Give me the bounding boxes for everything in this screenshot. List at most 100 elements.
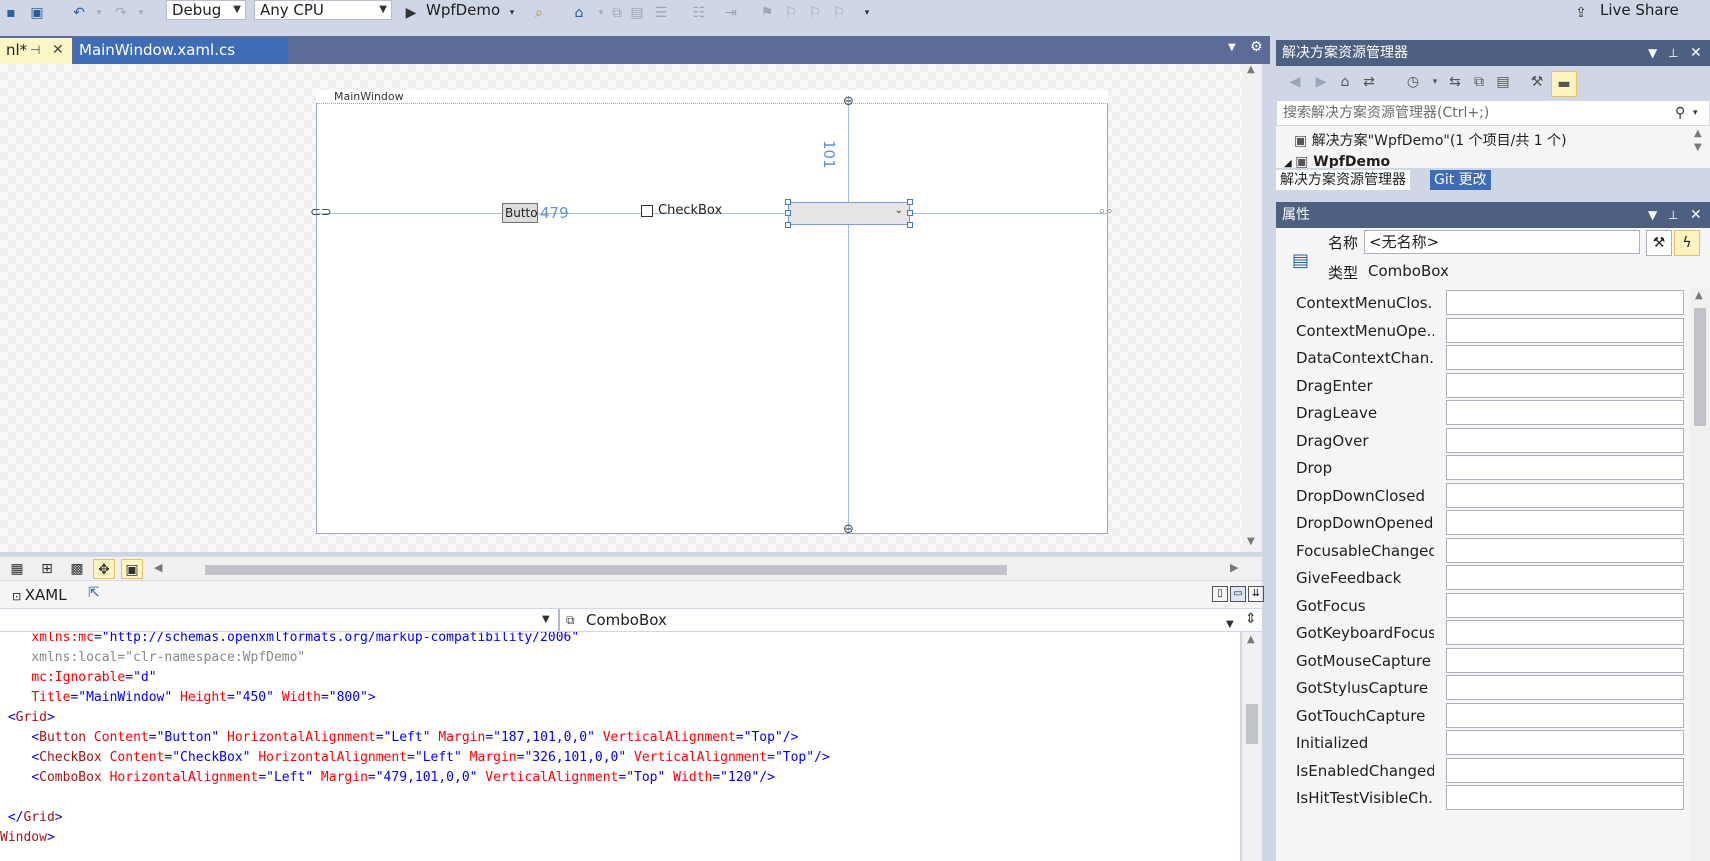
code-line[interactable]: <ComboBox HorizontalAlignment="Left" Mar…	[0, 768, 775, 788]
code-line[interactable]: mc:Ignorable="d"	[0, 668, 156, 688]
designer-button[interactable]: Button	[502, 203, 538, 223]
events-lightning-icon[interactable]: ϟ	[1674, 230, 1700, 256]
event-handler-input[interactable]	[1446, 730, 1684, 755]
home-icon[interactable]: ⌂	[570, 4, 588, 22]
scroll-up-icon[interactable]: ▲	[1695, 290, 1703, 301]
horizontal-scroll-thumb[interactable]	[205, 565, 1007, 575]
top-anchor-icon[interactable]: ⊖	[843, 94, 854, 109]
popout-icon[interactable]: ⇱	[88, 585, 100, 601]
close-icon[interactable]: ✕	[1690, 202, 1702, 228]
checker-icon[interactable]: ▩	[66, 559, 88, 579]
play-icon[interactable]: ▶	[402, 4, 420, 22]
event-handler-input[interactable]	[1446, 620, 1684, 645]
event-handler-input[interactable]	[1446, 510, 1684, 535]
event-handler-input[interactable]	[1446, 565, 1684, 590]
event-handler-input[interactable]	[1446, 647, 1684, 673]
save-icon[interactable]: ▪	[2, 4, 20, 22]
gear-icon[interactable]: ⚙	[1250, 39, 1263, 55]
resize-handle[interactable]	[785, 222, 791, 228]
event-handler-input[interactable]	[1446, 317, 1684, 343]
close-icon[interactable]: ✕	[1690, 40, 1702, 66]
event-handler-input[interactable]	[1446, 400, 1684, 425]
right-anchor-icon[interactable]: ◦◦	[1098, 205, 1113, 220]
event-handler-input[interactable]	[1446, 675, 1684, 700]
live-share-button[interactable]: Live Share	[1600, 0, 1679, 20]
scroll-up-icon[interactable]: ▲	[1247, 634, 1255, 645]
code-line[interactable]: </Grid>	[0, 808, 63, 828]
event-handler-input[interactable]	[1446, 290, 1684, 315]
solution-search-input[interactable]: 搜索解决方案资源管理器(Ctrl+;) ⚲ ▾	[1276, 100, 1710, 126]
code-line[interactable]: Title="MainWindow" Height="450" Width="8…	[0, 688, 375, 708]
tree-item-solution[interactable]: ▣ 解决方案"WpfDemo"(1 个项目/共 1 个)	[1294, 130, 1567, 150]
run-target-label[interactable]: WpfDemo	[426, 0, 500, 20]
toolbar-overflow-icon[interactable]: ▾	[858, 4, 876, 22]
scroll-down-icon[interactable]: ▼	[1247, 536, 1255, 547]
resize-handle[interactable]	[907, 199, 913, 205]
code-line[interactable]: xmlns:mc="http://schemas.openxmlformats.…	[0, 632, 579, 648]
pin-icon[interactable]: ⊥	[1668, 202, 1678, 228]
xaml-tab[interactable]: ⊡ XAML	[12, 586, 67, 604]
uncomment-icon[interactable]: ☷	[690, 4, 708, 22]
element-scope-select[interactable]: ▼	[0, 609, 555, 631]
tab-mainwindow-xaml-cs[interactable]: MainWindow.xaml.cs	[73, 38, 288, 64]
event-handler-input[interactable]	[1446, 702, 1684, 728]
home-icon[interactable]: ⌂	[1336, 73, 1354, 91]
format-icon[interactable]: ▤	[628, 4, 646, 22]
search-options-icon[interactable]: ▾	[1693, 101, 1698, 125]
bookmark-prev-icon[interactable]: ⚐	[782, 4, 800, 22]
code-line[interactable]: Window>	[0, 828, 55, 848]
scroll-right-icon[interactable]: ▶	[1230, 561, 1238, 574]
code-vertical-scrollbar[interactable]: ▲	[1242, 632, 1262, 861]
code-scroll-thumb[interactable]	[1246, 704, 1258, 744]
code-line[interactable]: xmlns:local="clr-namespace:WpfDemo"	[0, 648, 305, 668]
wpf-window-preview[interactable]	[316, 90, 1108, 534]
show-all-files-icon[interactable]: ▤	[1494, 73, 1512, 91]
tab-git-changes[interactable]: Git 更改	[1430, 170, 1491, 190]
tree-item-project[interactable]: ◢ ▣ WpfDemo	[1284, 154, 1390, 168]
find-in-files-icon[interactable]: ⌕	[530, 4, 548, 22]
code-line[interactable]: <Button Content="Button" HorizontalAlign…	[0, 728, 798, 748]
scroll-left-icon[interactable]: ◀	[154, 561, 162, 574]
preview-selected-icon[interactable]: ▬	[1551, 71, 1577, 97]
live-share-icon[interactable]: ⇪	[1572, 4, 1590, 22]
expand-arrow-icon[interactable]: ◢	[1284, 158, 1295, 168]
switch-views-icon[interactable]: ⇄	[1360, 73, 1378, 91]
split-horizontal-icon[interactable]: ▭	[1230, 586, 1246, 602]
code-line[interactable]: <Grid>	[0, 708, 55, 728]
save-all-icon[interactable]: ▣	[28, 4, 46, 22]
code-line[interactable]: <CheckBox Content = "CheckBox" HorizontalA…	[0, 748, 829, 768]
indent-icon[interactable]: ⇥	[722, 4, 740, 22]
undo-icon[interactable]: ↶	[70, 4, 88, 22]
properties-scroll-thumb[interactable]	[1694, 308, 1706, 426]
event-handler-input[interactable]	[1446, 372, 1684, 398]
bookmark-icon[interactable]: ⚑	[758, 4, 776, 22]
designer-checkbox[interactable]: CheckBox	[641, 203, 722, 218]
dropdown-icon[interactable]: ▾	[1426, 73, 1444, 91]
scroll-up-icon[interactable]: ▲	[1247, 64, 1255, 75]
split-vertical-icon[interactable]: ▯	[1212, 586, 1228, 602]
close-icon[interactable]: ✕	[52, 38, 64, 62]
left-anchor-icon[interactable]: ⊂⊃	[310, 205, 332, 220]
pending-changes-icon[interactable]: ◷	[1404, 73, 1422, 91]
bookmark-next-icon[interactable]: ⚐	[806, 4, 824, 22]
grid-icon[interactable]: ▦	[6, 559, 28, 579]
event-handler-input[interactable]	[1446, 427, 1684, 453]
undo-dropdown-icon[interactable]: ▾	[90, 4, 108, 22]
bookmark-clear-icon[interactable]: ⚐	[830, 4, 848, 22]
scroll-up-icon[interactable]: ▲	[1694, 128, 1702, 139]
layout-icon[interactable]: ⧉	[608, 4, 626, 22]
back-icon[interactable]: ◀	[1286, 73, 1304, 91]
tab-xaml[interactable]: nl* ⊣ ✕	[0, 38, 72, 64]
scroll-down-icon[interactable]: ▼	[1694, 142, 1702, 153]
run-dropdown-icon[interactable]: ▾	[503, 4, 521, 22]
pane-menu-icon[interactable]: ▼	[1648, 40, 1657, 66]
element-member-select[interactable]: ⧉ ComboBox ▼	[558, 609, 1240, 631]
comment-icon[interactable]: ☰	[652, 4, 670, 22]
resize-handle[interactable]	[907, 210, 913, 216]
pin-icon[interactable]: ⊣	[30, 38, 40, 62]
tab-list-dropdown-icon[interactable]: ▼	[1228, 42, 1236, 53]
tab-solution-explorer[interactable]: 解决方案资源管理器	[1276, 170, 1410, 190]
designer-combobox[interactable]: ⌄	[788, 202, 910, 225]
event-handler-input[interactable]	[1446, 482, 1684, 508]
event-handler-input[interactable]	[1446, 592, 1684, 618]
